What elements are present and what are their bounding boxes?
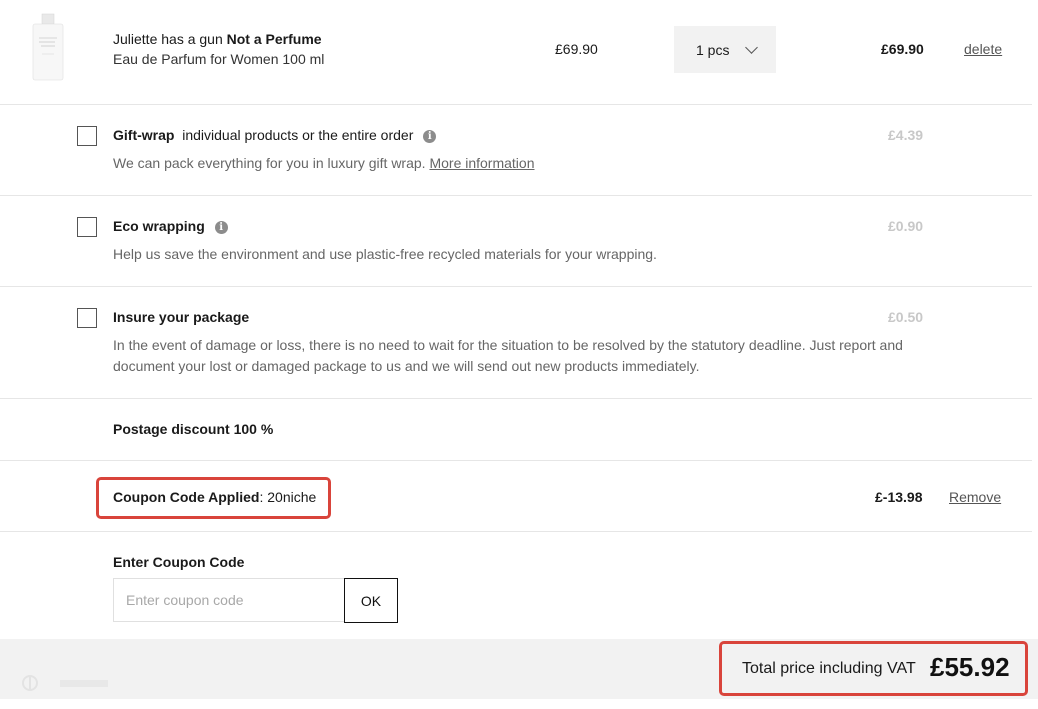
gift-wrap-title: Gift-wrap individual products or the ent…	[113, 127, 437, 143]
coupon-applied-row: Coupon Code Applied: 20niche £-13.98 Rem…	[0, 461, 1032, 532]
gift-wrap-price: £4.39	[888, 127, 924, 143]
product-image[interactable]	[30, 12, 66, 82]
insurance-description: In the event of damage or loss, there is…	[113, 337, 903, 374]
product-name: Not a Perfume	[226, 31, 322, 47]
eco-wrap-description: Help us save the environment and use pla…	[113, 246, 657, 262]
product-title[interactable]: Juliette has a gun Not a Perfume	[113, 31, 322, 47]
coupon-applied-text: Coupon Code Applied: 20niche	[113, 489, 316, 505]
unit-price: £69.90	[555, 41, 598, 57]
info-icon[interactable]: i	[214, 221, 228, 234]
coupon-code-input[interactable]	[113, 578, 345, 622]
quantity-select[interactable]: 1 pcs	[674, 26, 776, 73]
postage-discount-text: Postage discount 100 %	[113, 421, 274, 437]
product-description: Eau de Parfum for Women 100 ml	[113, 51, 325, 67]
chevron-down-icon	[745, 41, 758, 54]
product-brand: Juliette has a gun	[113, 31, 223, 47]
total-price-label: Total price including VAT	[742, 660, 916, 677]
delete-item-link[interactable]: delete	[964, 41, 1002, 57]
quantity-value: 1 pcs	[696, 41, 730, 58]
gift-wrap-checkbox[interactable]	[77, 126, 97, 146]
insurance-checkbox[interactable]	[77, 308, 97, 328]
total-price-value: £55.92	[930, 652, 1010, 682]
coupon-discount-amount: £-13.98	[875, 489, 923, 505]
apply-coupon-button[interactable]: OK	[344, 578, 398, 623]
coupon-code-value: : 20niche	[259, 489, 317, 505]
eco-wrap-label: Eco wrapping	[113, 218, 205, 234]
eco-wrap-title: Eco wrapping i	[113, 218, 228, 234]
postage-discount-row: Postage discount 100 %	[0, 398, 1032, 461]
insurance-label: Insure your package	[113, 309, 250, 325]
gift-wrap-description: We can pack everything for you in luxury…	[113, 153, 913, 174]
gift-wrap-option: Gift-wrap individual products or the ent…	[0, 105, 1032, 196]
more-information-link[interactable]: More information	[429, 155, 534, 171]
insurance-price: £0.50	[888, 309, 924, 325]
remove-coupon-link[interactable]: Remove	[949, 489, 1001, 505]
watermark-logo	[12, 674, 112, 698]
insurance-title: Insure your package	[113, 309, 249, 325]
line-total-price: £69.90	[881, 41, 924, 57]
gift-wrap-label: Gift-wrap	[113, 127, 175, 143]
gift-wrap-description-text: We can pack everything for you in luxury…	[113, 155, 426, 171]
gift-wrap-label-suffix: individual products or the entire order	[182, 127, 414, 143]
eco-wrap-option: Eco wrapping i Help us save the environm…	[0, 196, 1032, 287]
coupon-applied-label: Coupon Code Applied	[113, 489, 260, 505]
info-icon[interactable]: i	[423, 130, 437, 143]
cart-item-row: Juliette has a gun Not a Perfume Eau de …	[0, 0, 1032, 105]
eco-wrap-checkbox[interactable]	[77, 217, 97, 237]
insurance-option: Insure your package In the event of dama…	[0, 287, 1032, 399]
enter-coupon-label: Enter Coupon Code	[113, 554, 245, 570]
eco-wrap-price: £0.90	[888, 218, 924, 234]
